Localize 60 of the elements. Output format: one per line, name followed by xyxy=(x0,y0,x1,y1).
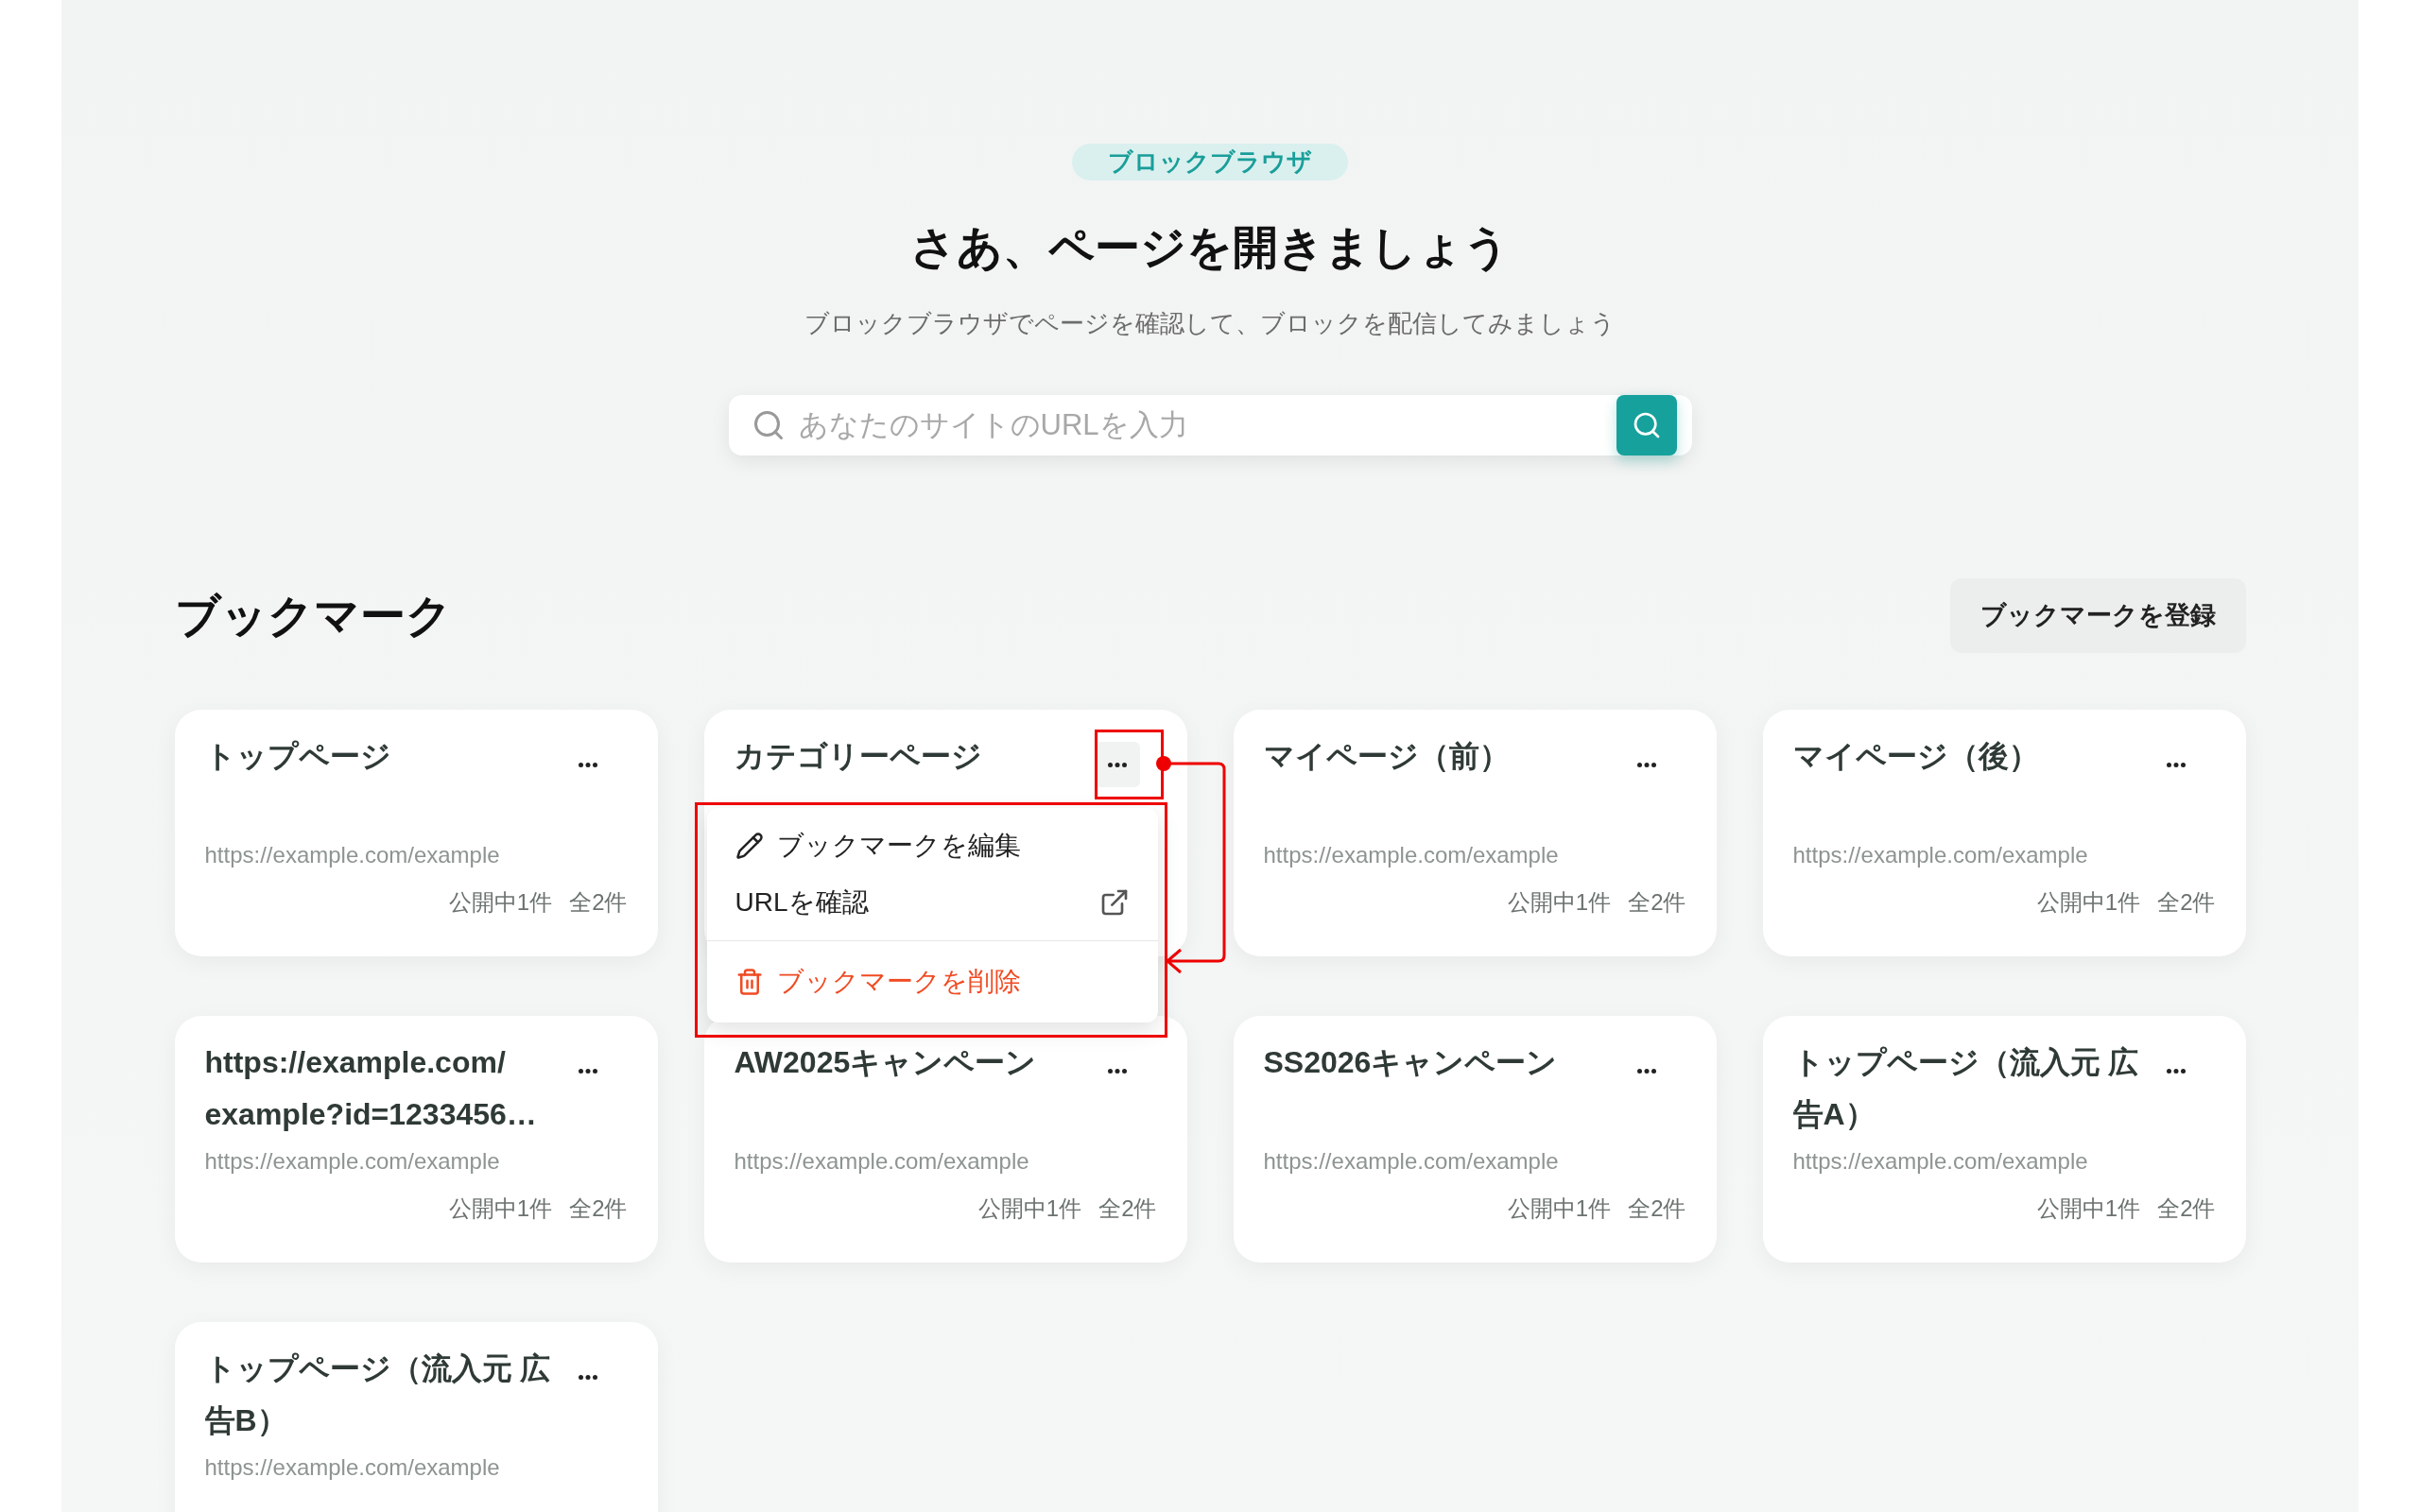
bookmark-card[interactable]: AW2025キャンペーン https://example.com/example 公開中1件 全2件 xyxy=(703,1016,1187,1263)
published-count: 公開中1件 xyxy=(1507,1194,1612,1223)
bookmark-card[interactable]: マイページ（後） https://example.com/example 公開中1件 全2件 xyxy=(1762,710,2246,956)
total-count: 全2件 xyxy=(569,888,628,917)
bookmark-url: https://example.com/example xyxy=(734,1147,1030,1176)
bookmark-url: https://example.com/example xyxy=(1792,1147,2089,1176)
bookmark-card[interactable]: https://example.com/ example?id=1233456… https://example.com/example 公開中1件 全2件 xyxy=(174,1016,658,1263)
published-count: 公開中1件 xyxy=(977,1194,1082,1223)
bookmark-card[interactable]: トップページ（流入元 広告B） https://example.com/example xyxy=(174,1322,658,1512)
bookmark-card[interactable]: トップページ（流入元 広告A） https://example.com/example 公開中1件 全2件 xyxy=(1762,1016,2246,1263)
total-count: 全2件 xyxy=(2157,888,2216,917)
menu-item[interactable]: URLを確認 xyxy=(706,874,1158,931)
bookmark-card[interactable]: SS2026キャンペーン https://example.com/example 公開中1件 全2件 xyxy=(1233,1016,1717,1263)
total-count: 全2件 xyxy=(1628,1194,1686,1223)
menu-item[interactable]: ブックマークを編集 xyxy=(706,817,1158,874)
bookmark-title: トップページ（流入元 広告A） xyxy=(1792,1044,2140,1133)
more-icon xyxy=(1107,1068,1127,1074)
bookmark-title: SS2026キャンペーン xyxy=(1263,1044,1559,1081)
bookmark-url: https://example.com/example xyxy=(204,1147,501,1176)
bookmark-url: https://example.com/example xyxy=(204,841,501,869)
total-count: 全2件 xyxy=(1628,888,1686,917)
bookmark-title: マイページ（前） xyxy=(1263,738,1511,775)
bookmark-title: AW2025キャンペーン xyxy=(734,1044,1038,1081)
bookmark-title: https://example.com/ example?id=1233456… xyxy=(204,1044,538,1133)
published-count: 公開中1件 xyxy=(448,1194,553,1223)
bookmark-title: トップページ（流入元 広告B） xyxy=(204,1350,552,1439)
more-icon xyxy=(2166,1068,2186,1074)
total-count: 全2件 xyxy=(2157,1194,2216,1223)
bookmark-title: マイページ（後） xyxy=(1792,738,2040,775)
more-icon xyxy=(1636,1068,1656,1074)
page-title: さあ、ページを開きましょう xyxy=(910,219,1510,275)
bookmark-card[interactable]: トップページ https://example.com/example 公開中1件 全2件 xyxy=(174,710,658,956)
more-icon xyxy=(2166,762,2186,767)
register-bookmark-button[interactable]: ブックマークを登録 xyxy=(1949,578,2246,653)
published-count: 公開中1件 xyxy=(2036,1194,2141,1223)
bookmark-url: https://example.com/example xyxy=(1263,841,1560,869)
more-icon xyxy=(578,1068,597,1074)
bookmark-title: トップページ xyxy=(204,738,392,775)
search-button[interactable] xyxy=(1616,395,1677,455)
bookmark-url: https://example.com/example xyxy=(204,1453,501,1482)
published-count: 公開中1件 xyxy=(448,888,553,917)
bookmark-title: カテゴリーページ xyxy=(734,738,983,775)
published-count: 公開中1件 xyxy=(1507,888,1612,917)
more-icon xyxy=(578,1374,597,1380)
badge: ブロックブラウザ xyxy=(1072,144,1348,180)
more-icon xyxy=(578,762,597,767)
total-count: 全2件 xyxy=(1098,1194,1157,1223)
more-icon xyxy=(1636,762,1656,767)
bookmark-card[interactable]: マイページ（前） https://example.com/example 公開中1件 全2件 xyxy=(1233,710,1717,956)
menu-item[interactable]: ブックマークを削除 xyxy=(706,951,1158,1013)
total-count: 全2件 xyxy=(569,1194,628,1223)
bookmark-url: https://example.com/example xyxy=(1792,841,2089,869)
more-icon xyxy=(1107,762,1127,767)
page-subtitle: ブロックブラウザでページを確認して、ブロックを配信してみましょう xyxy=(804,308,1616,339)
section-heading: ブックマーク xyxy=(174,589,452,643)
search-field[interactable]: あなたのサイトのURLを入力 xyxy=(798,403,1603,448)
pencil-icon xyxy=(735,832,764,860)
bookmark-url: https://example.com/example xyxy=(1263,1147,1560,1176)
published-count: 公開中1件 xyxy=(2036,888,2141,917)
search-bar[interactable]: あなたのサイトのURLを入力 xyxy=(728,395,1692,455)
